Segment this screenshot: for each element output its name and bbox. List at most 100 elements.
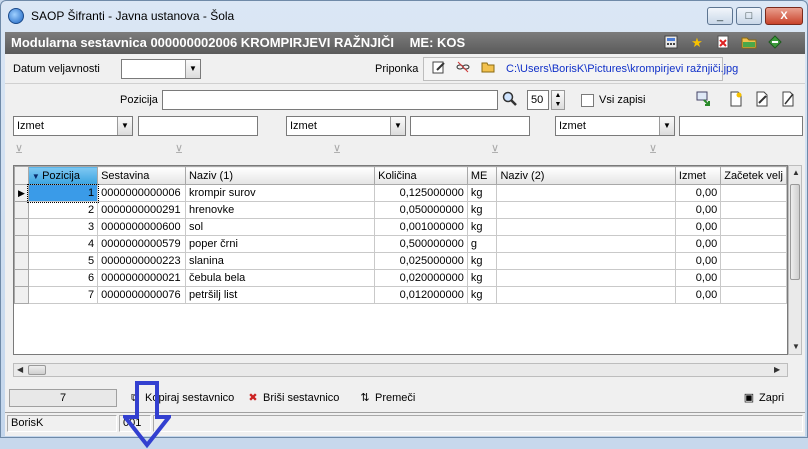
- column-header-waste[interactable]: Izmet: [674, 166, 722, 185]
- cell-component[interactable]: 0000000000006: [97, 184, 186, 202]
- cell-component[interactable]: 0000000000291: [97, 201, 186, 219]
- cell-name1[interactable]: čebula bela: [184, 269, 376, 287]
- all-records-checkbox[interactable]: [581, 94, 594, 107]
- page-size-input[interactable]: 50: [527, 90, 549, 110]
- cell-position[interactable]: 5: [27, 252, 99, 270]
- favorite-star-icon[interactable]: ★: [688, 34, 706, 52]
- row-selector[interactable]: [14, 252, 29, 270]
- close-button[interactable]: X: [765, 7, 803, 25]
- edit-row-icon[interactable]: [779, 91, 797, 109]
- scroll-up-icon[interactable]: ▲: [792, 168, 800, 177]
- attachment-path-link[interactable]: C:\Users\BorisK\Pictures\krompirjevi raž…: [506, 63, 738, 75]
- cell-unit[interactable]: kg: [466, 269, 498, 287]
- row-selector[interactable]: ▶: [14, 184, 29, 202]
- cell-name2[interactable]: [496, 235, 676, 253]
- chevron-down-icon[interactable]: ▼: [117, 117, 132, 135]
- cell-position[interactable]: 2: [27, 201, 99, 219]
- vertical-scrollbar[interactable]: ▲ ▼: [788, 165, 802, 355]
- table-row[interactable]: ▶ 1 0000000000006 krompir surov 0,125000000 k…: [14, 183, 787, 203]
- cell-unit[interactable]: kg: [466, 184, 498, 202]
- row-selector[interactable]: [14, 218, 29, 236]
- folder-icon[interactable]: [740, 34, 758, 52]
- cell-name2[interactable]: [496, 184, 676, 202]
- edit-attachment-icon[interactable]: [430, 60, 448, 78]
- cell-name2[interactable]: [496, 286, 676, 304]
- delete-components-button[interactable]: ✖ Briši sestavnico: [245, 389, 339, 407]
- filter-icon[interactable]: ⊻: [333, 143, 347, 157]
- cell-waste[interactable]: 0,00: [674, 286, 722, 304]
- cell-name1[interactable]: petršilj list: [184, 286, 376, 304]
- cell-position[interactable]: 3: [27, 218, 99, 236]
- calculator-icon[interactable]: [662, 34, 680, 52]
- cell-position[interactable]: 7: [27, 286, 99, 304]
- cell-quantity[interactable]: 0,500000000: [374, 235, 468, 253]
- cell-waste[interactable]: 0,00: [674, 252, 722, 270]
- row-selector[interactable]: [14, 269, 29, 287]
- renumber-button[interactable]: ⇅ Premeči: [357, 389, 415, 407]
- column-header-quantity[interactable]: Količina: [374, 166, 468, 185]
- chevron-down-icon[interactable]: ▼: [185, 60, 200, 78]
- cell-quantity[interactable]: 0,050000000: [374, 201, 468, 219]
- cell-quantity[interactable]: 0,025000000: [374, 252, 468, 270]
- chevron-down-icon[interactable]: ▼: [659, 117, 674, 135]
- scroll-left-icon[interactable]: ◀: [17, 365, 23, 374]
- filter-icon[interactable]: ⊻: [649, 143, 663, 157]
- new-doc-icon[interactable]: [727, 91, 745, 109]
- edit-doc-icon[interactable]: [753, 91, 771, 109]
- cell-unit[interactable]: kg: [466, 218, 498, 236]
- link-icon[interactable]: [454, 60, 472, 78]
- cell-component[interactable]: 0000000000579: [97, 235, 186, 253]
- cell-valid-from[interactable]: [720, 201, 787, 219]
- cell-quantity[interactable]: 0,001000000: [374, 218, 468, 236]
- table-row[interactable]: 2 0000000000291 hrenovke 0,050000000 kg 0,00: [14, 201, 787, 219]
- filter-value-input-1[interactable]: [138, 116, 258, 136]
- cell-component[interactable]: 0000000000600: [97, 218, 186, 236]
- cell-component[interactable]: 0000000000076: [97, 286, 186, 304]
- cell-component[interactable]: 0000000000021: [97, 269, 186, 287]
- cell-quantity[interactable]: 0,012000000: [374, 286, 468, 304]
- column-header-valid-from[interactable]: Začetek velj: [720, 166, 787, 185]
- cell-waste[interactable]: 0,00: [674, 201, 722, 219]
- filter-value-input-3[interactable]: [679, 116, 803, 136]
- table-row[interactable]: 5 0000000000223 slanina 0,025000000 kg 0,00: [14, 252, 787, 270]
- column-header-component[interactable]: Sestavina: [97, 166, 186, 185]
- column-header-name2[interactable]: Naziv (2): [496, 166, 676, 185]
- cell-valid-from[interactable]: [720, 218, 787, 236]
- table-row[interactable]: 4 0000000000579 poper črni 0,500000000 g 0,00: [14, 235, 787, 253]
- vertical-scroll-thumb[interactable]: [790, 184, 800, 280]
- cell-name1[interactable]: slanina: [184, 252, 376, 270]
- cell-name1[interactable]: poper črni: [184, 235, 376, 253]
- cell-waste[interactable]: 0,00: [674, 235, 722, 253]
- cell-valid-from[interactable]: [720, 252, 787, 270]
- cell-position[interactable]: 1: [27, 183, 99, 203]
- table-row[interactable]: 6 0000000000021 čebula bela 0,020000000 kg 0,…: [14, 269, 787, 287]
- cell-quantity[interactable]: 0,125000000: [374, 184, 468, 202]
- cell-quantity[interactable]: 0,020000000: [374, 269, 468, 287]
- scroll-right-icon[interactable]: ▶: [774, 365, 780, 374]
- horizontal-scrollbar[interactable]: ◀ ▶: [13, 363, 788, 377]
- table-row[interactable]: 3 0000000000600 sol 0,001000000 kg 0,00: [14, 218, 787, 236]
- scroll-down-icon[interactable]: ▼: [792, 342, 800, 351]
- cell-waste[interactable]: 0,00: [674, 218, 722, 236]
- cell-unit[interactable]: kg: [466, 252, 498, 270]
- filter-field-combo-1[interactable]: Izmet ▼: [13, 116, 133, 136]
- cell-unit[interactable]: kg: [466, 201, 498, 219]
- column-header-position[interactable]: ▼ Pozicija: [27, 166, 99, 185]
- search-icon[interactable]: [501, 91, 519, 109]
- cell-valid-from[interactable]: [720, 184, 787, 202]
- cell-valid-from[interactable]: [720, 269, 787, 287]
- cell-name1[interactable]: sol: [184, 218, 376, 236]
- delete-doc-icon[interactable]: [714, 34, 732, 52]
- cell-position[interactable]: 6: [27, 269, 99, 287]
- cell-waste[interactable]: 0,00: [674, 184, 722, 202]
- minimize-button[interactable]: _: [707, 7, 733, 25]
- exit-icon[interactable]: [766, 34, 784, 52]
- cell-unit[interactable]: g: [466, 235, 498, 253]
- chevron-down-icon[interactable]: ▼: [390, 117, 405, 135]
- row-selector[interactable]: [14, 201, 29, 219]
- filter-value-input-2[interactable]: [410, 116, 530, 136]
- cell-name2[interactable]: [496, 201, 676, 219]
- cell-unit[interactable]: kg: [466, 286, 498, 304]
- cell-waste[interactable]: 0,00: [674, 269, 722, 287]
- cell-name1[interactable]: hrenovke: [184, 201, 376, 219]
